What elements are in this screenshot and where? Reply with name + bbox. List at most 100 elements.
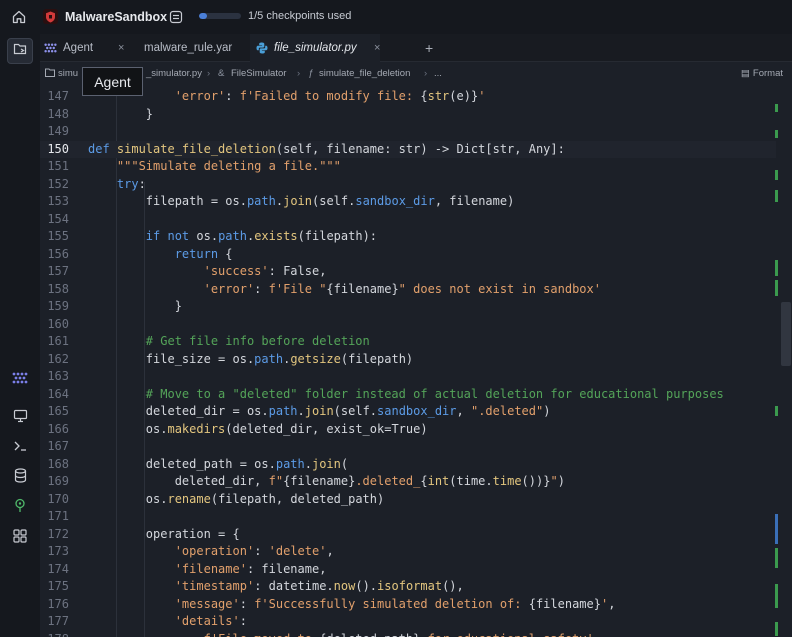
code-line[interactable]: 148 } xyxy=(40,106,776,124)
code-line[interactable]: 160 xyxy=(40,316,776,334)
code-token: # Move to a "deleted" folder instead of … xyxy=(145,386,724,401)
code-token: (e)} xyxy=(449,89,479,103)
code-line[interactable]: 167 xyxy=(40,438,776,456)
code-line[interactable]: 170 os.rename(filepath, deleted_path) xyxy=(40,491,776,509)
code-token: try xyxy=(116,176,139,191)
chevron-right-icon: › xyxy=(297,68,301,79)
code-line[interactable]: 166 os.makedirs(deleted_dir, exist_ok=Tr… xyxy=(40,421,776,439)
format-label: Format xyxy=(752,68,783,79)
code-line[interactable]: 168 deleted_path = os.path.join( xyxy=(40,456,776,474)
code-token: sandbox_dir xyxy=(377,404,457,418)
code-line[interactable]: 165 deleted_dir = os.path.join(self.sand… xyxy=(40,403,776,421)
close-icon[interactable]: × xyxy=(374,42,380,54)
code-line[interactable]: 154 xyxy=(40,211,776,229)
code-text: # Get file info before deletion xyxy=(88,333,370,351)
format-icon: ▤ xyxy=(740,68,750,79)
code-text: 'details': xyxy=(88,613,247,631)
code-text: 'filename': filename, xyxy=(88,561,327,579)
line-number: 170 xyxy=(47,491,69,506)
code-line[interactable]: 162 file_size = os.path.getsize(filepath… xyxy=(40,351,776,369)
code-token: : xyxy=(138,176,146,191)
code-line[interactable]: 176 'message': f'Successfully simulated … xyxy=(40,596,776,614)
breadcrumb-class[interactable]: FileSimulator xyxy=(231,68,286,79)
code-line[interactable]: 173 'operation': 'delete', xyxy=(40,543,776,561)
terminal-icon xyxy=(13,439,28,458)
code-line[interactable]: 155 if not os.path.exists(filepath): xyxy=(40,228,776,246)
scrollbar-thumb[interactable] xyxy=(781,302,791,366)
code-text: os.makedirs(deleted_dir, exist_ok=True) xyxy=(88,421,428,439)
code-line[interactable]: 152 try: xyxy=(40,176,776,194)
add-tab-button[interactable]: + xyxy=(425,40,433,56)
grid-apps-icon xyxy=(13,528,27,548)
line-number: 149 xyxy=(47,124,69,138)
code-token: 'timestamp' xyxy=(174,579,255,593)
code-token: sandbox_dir xyxy=(355,194,435,208)
code-token: { xyxy=(218,246,233,261)
code-line[interactable]: 147 'error': f'Failed to modify file: {s… xyxy=(40,88,776,106)
code-line[interactable]: 156 return { xyxy=(40,246,776,264)
code-token: (), xyxy=(442,579,464,593)
line-number: 163 xyxy=(47,369,69,383)
code-line[interactable]: 169 deleted_dir, f"{filename}.deleted_{i… xyxy=(40,473,776,491)
monitor-button[interactable] xyxy=(7,405,33,431)
code-line[interactable]: 163 xyxy=(40,368,776,386)
explorer-button[interactable] xyxy=(7,38,33,64)
code-text: deleted_path = os.path.join( xyxy=(88,456,348,474)
tab-file-simulator[interactable]: file_simulator.py × xyxy=(250,34,380,62)
code-token: " xyxy=(550,474,558,488)
database-button[interactable] xyxy=(7,465,33,491)
code-line[interactable]: 164 # Move to a "deleted" folder instead… xyxy=(40,386,776,404)
terminal-button[interactable] xyxy=(7,435,33,461)
breadcrumb-folder[interactable]: simu xyxy=(58,68,78,79)
agent-button[interactable] xyxy=(7,367,33,393)
code-line[interactable]: 149 xyxy=(40,123,776,141)
checkpoint-icon[interactable] xyxy=(169,10,183,24)
code-token: getsize xyxy=(290,351,341,366)
code-token: (self. xyxy=(312,194,356,208)
code-text: # Move to a "deleted" folder instead of … xyxy=(88,386,724,404)
breadcrumb-function[interactable]: simulate_file_deletion xyxy=(319,68,410,79)
code-text: deleted_dir, f"{filename}.deleted_{int(t… xyxy=(88,473,565,491)
tab-agent[interactable]: Agent × xyxy=(44,34,124,62)
code-line[interactable]: 150 def simulate_file_deletion(self, file… xyxy=(40,140,776,158)
code-line[interactable]: 159 } xyxy=(40,298,776,316)
code-line[interactable]: 171 xyxy=(40,508,776,526)
deploy-button[interactable] xyxy=(7,495,33,521)
code-token: f'File moved to xyxy=(204,632,320,637)
code-token: join xyxy=(304,404,334,418)
app-brand[interactable]: MalwareSandbox xyxy=(43,9,167,24)
code-line[interactable]: 157 'success': False, xyxy=(40,263,776,281)
code-line[interactable]: 177 'details': xyxy=(40,613,776,631)
code-token: 'message' xyxy=(174,596,240,611)
breadcrumb-file[interactable]: _simulator.py xyxy=(146,68,202,79)
format-button[interactable]: ▤ Format xyxy=(741,68,783,79)
close-icon[interactable]: × xyxy=(118,42,124,54)
code-token: " does not exist in sandbox' xyxy=(398,281,601,296)
code-token: simulate_file_deletion xyxy=(116,141,276,156)
code-token: ) xyxy=(557,474,565,488)
line-number: 176 xyxy=(47,596,69,611)
code-line[interactable]: 172 operation = { xyxy=(40,526,776,544)
code-line[interactable]: 153 filepath = os.path.join(self.sandbox… xyxy=(40,193,776,211)
code-line[interactable]: 174 'filename': filename, xyxy=(40,561,776,579)
code-line[interactable]: 178 f'File moved to {deleted_path} for e… xyxy=(40,631,776,637)
code-line[interactable]: 175 'timestamp': datetime.now().isoforma… xyxy=(40,578,776,596)
line-number: 166 xyxy=(47,421,69,436)
code-line[interactable]: 158 'error': f'File "{filename}" does no… xyxy=(40,281,776,299)
breadcrumb-ellipsis[interactable]: ... xyxy=(434,68,442,79)
line-number: 158 xyxy=(47,281,69,296)
tab-label: file_simulator.py xyxy=(274,41,357,54)
extensions-button[interactable] xyxy=(7,525,33,551)
home-icon[interactable] xyxy=(11,9,27,25)
code-text: } xyxy=(88,298,182,316)
code-editor[interactable]: 147 'error': f'Failed to modify file: {s… xyxy=(40,86,792,637)
code-token: , xyxy=(326,544,334,558)
code-line[interactable]: 151 """Simulate deleting a file.""" xyxy=(40,158,776,176)
line-number: 153 xyxy=(47,194,69,208)
minimap[interactable] xyxy=(774,86,792,637)
code-line[interactable]: 161 # Get file info before deletion xyxy=(40,333,776,351)
line-number: 147 xyxy=(47,89,69,103)
code-token: for educational safety' xyxy=(420,632,594,637)
